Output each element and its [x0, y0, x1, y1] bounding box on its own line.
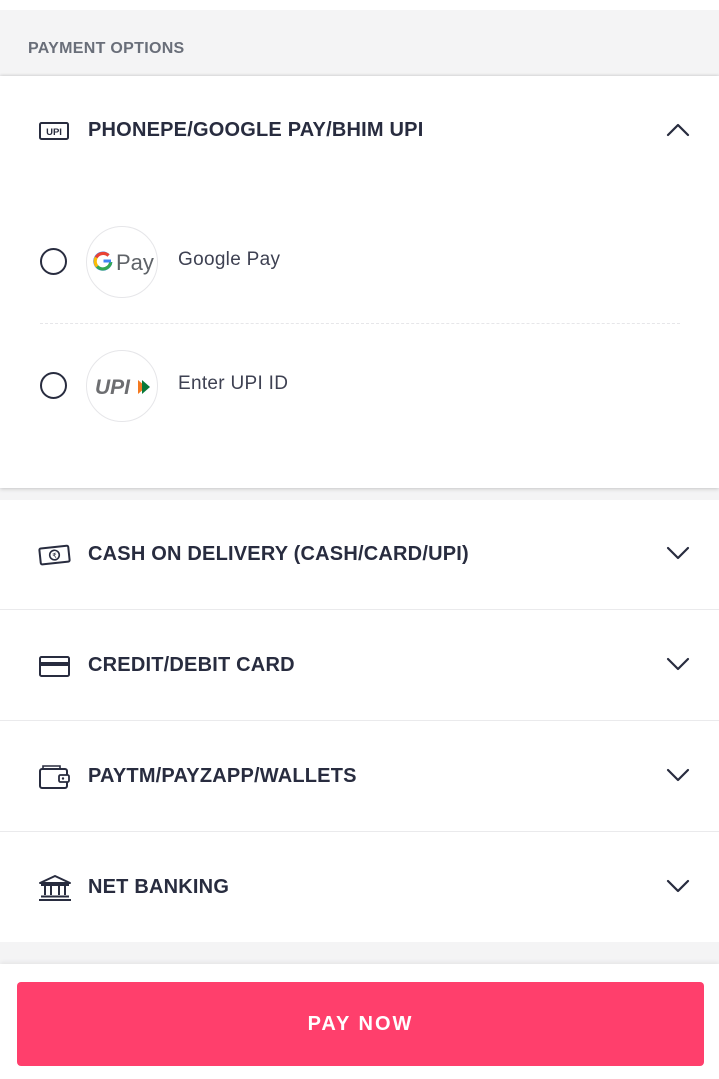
- upi-icon: UPI: [39, 122, 69, 140]
- chevron-down-icon[interactable]: [664, 654, 692, 674]
- method-net-banking[interactable]: NET BANKING: [0, 833, 719, 943]
- google-pay-logo: Pay: [86, 226, 158, 298]
- section-header: PAYMENT OPTIONS: [0, 10, 719, 76]
- google-pay-radio[interactable]: [40, 248, 67, 275]
- method-credit-debit-card[interactable]: CREDIT/DEBIT CARD: [0, 611, 719, 721]
- upi-id-radio[interactable]: [40, 372, 67, 399]
- method-cash-on-delivery[interactable]: ₹ CASH ON DELIVERY (CASH/CARD/UPI): [0, 500, 719, 610]
- wallet-icon: [39, 765, 70, 789]
- payment-methods-list: ₹ CASH ON DELIVERY (CASH/CARD/UPI) CREDI…: [0, 500, 719, 942]
- option-divider: [40, 323, 680, 324]
- upi-brand-icon: UPI: [95, 376, 150, 399]
- svg-text:Pay: Pay: [116, 250, 154, 275]
- upi-option-google-pay[interactable]: Pay Google Pay: [0, 223, 719, 303]
- upi-section-header[interactable]: UPI PHONEPE/GOOGLE PAY/BHIM UPI: [0, 76, 719, 186]
- top-strip: [0, 0, 719, 10]
- cash-on-delivery-label: CASH ON DELIVERY (CASH/CARD/UPI): [88, 543, 469, 565]
- svg-text:UPI: UPI: [95, 376, 131, 399]
- credit-debit-card-label: CREDIT/DEBIT CARD: [88, 654, 295, 676]
- chevron-up-icon[interactable]: [664, 120, 692, 140]
- google-g-icon: Pay: [93, 250, 154, 275]
- chevron-down-icon[interactable]: [664, 543, 692, 563]
- upi-logo: UPI: [86, 350, 158, 422]
- chevron-down-icon[interactable]: [664, 876, 692, 896]
- cash-icon: ₹: [38, 544, 71, 566]
- svg-text:UPI: UPI: [46, 127, 62, 138]
- chevron-down-icon[interactable]: [664, 765, 692, 785]
- section-title: PAYMENT OPTIONS: [28, 40, 185, 57]
- upi-id-label: Enter UPI ID: [178, 373, 289, 394]
- upi-option-enter-id[interactable]: UPI Enter UPI ID: [0, 347, 719, 427]
- bank-icon: [39, 875, 71, 901]
- pay-now-button[interactable]: PAY NOW: [17, 982, 704, 1066]
- net-banking-label: NET BANKING: [88, 876, 230, 898]
- svg-text:₹: ₹: [52, 552, 58, 560]
- upi-section-label: PHONEPE/GOOGLE PAY/BHIM UPI: [88, 119, 424, 141]
- footer: PAY NOW: [0, 964, 719, 1079]
- upi-section: UPI PHONEPE/GOOGLE PAY/BHIM UPI Pay Goog…: [0, 76, 719, 488]
- card-icon: [39, 656, 70, 677]
- method-wallets[interactable]: PAYTM/PAYZAPP/WALLETS: [0, 722, 719, 832]
- google-pay-label: Google Pay: [178, 249, 281, 270]
- wallets-label: PAYTM/PAYZAPP/WALLETS: [88, 765, 357, 787]
